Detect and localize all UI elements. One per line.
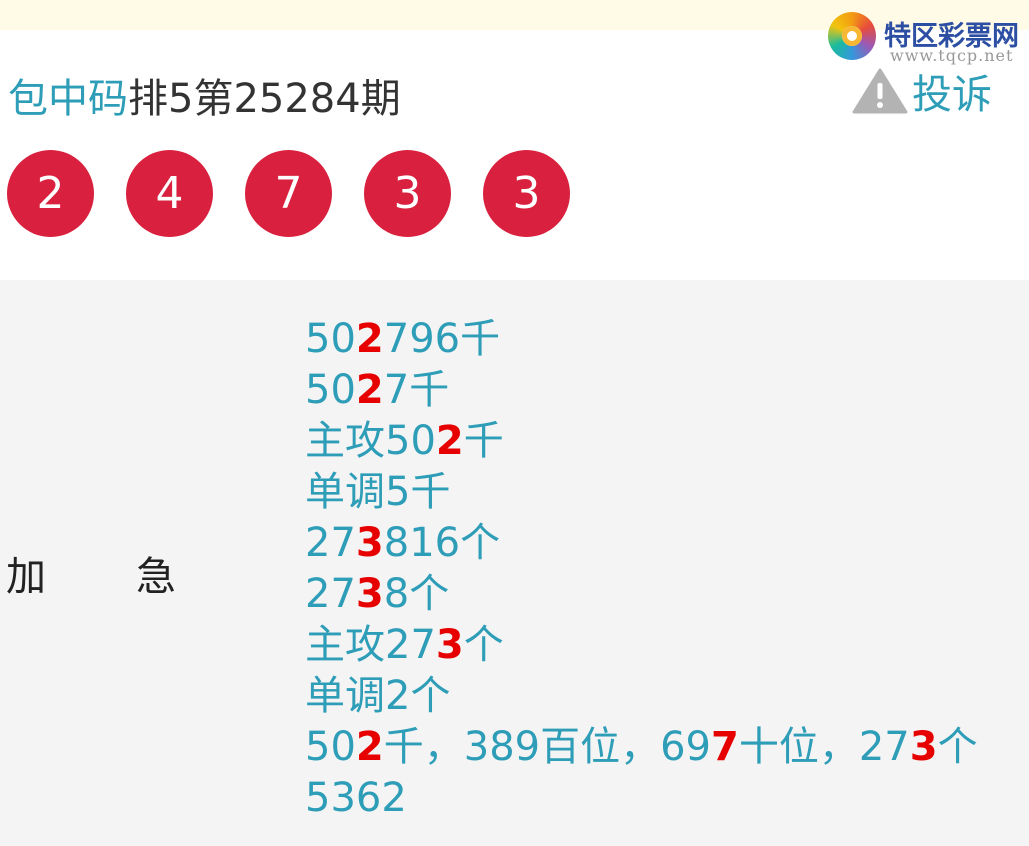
line-text: 主攻27 — [305, 622, 436, 668]
prediction-line: 单调2个 — [305, 671, 978, 722]
prediction-line: 5362 — [305, 773, 978, 824]
hit-digit: 3 — [435, 622, 464, 668]
line-text: 816个 — [383, 520, 501, 566]
line-text: 千，389百位，69 — [383, 724, 711, 770]
title-issue: 排5第25284期 — [128, 76, 401, 122]
warning-icon — [852, 68, 908, 114]
prediction-line: 5027千 — [305, 365, 978, 416]
line-text: 个 — [937, 724, 978, 770]
hit-digit: 3 — [909, 724, 938, 770]
prediction-line: 2738个 — [305, 569, 978, 620]
prediction-line: 273816个 — [305, 518, 978, 569]
line-text: 单调5千 — [305, 469, 451, 515]
line-text: 单调2个 — [305, 673, 451, 719]
number-ball: 7 — [245, 150, 332, 237]
line-text: 50 — [305, 367, 356, 413]
prediction-list: 502796千 5027千 主攻502千 单调5千 273816个 2738个 主攻273个… — [305, 314, 978, 824]
line-text: 5362 — [305, 775, 407, 821]
page-title: 包中码排5第25284期 — [8, 66, 401, 124]
hit-digit: 2 — [355, 724, 384, 770]
line-text: 27 — [305, 520, 356, 566]
line-text: 7千 — [383, 367, 450, 413]
hit-digit: 3 — [355, 571, 384, 617]
hit-digit: 2 — [355, 316, 384, 362]
complain-button[interactable]: 投诉 — [852, 66, 992, 118]
line-text: 主攻50 — [305, 418, 436, 464]
prediction-line: 502796千 — [305, 314, 978, 365]
title-brand: 包中码 — [8, 76, 128, 122]
complain-label: 投诉 — [912, 72, 992, 118]
prediction-line: 主攻502千 — [305, 416, 978, 467]
urgent-tag-left: 加 — [6, 554, 46, 600]
logo-swirl-icon — [828, 12, 876, 60]
hit-digit: 3 — [355, 520, 384, 566]
line-text: 十位，27 — [738, 724, 910, 770]
line-text: 50 — [305, 316, 356, 362]
prediction-line: 502千，389百位，697十位，273个 — [305, 722, 978, 773]
line-text: 27 — [305, 571, 356, 617]
hit-digit: 2 — [355, 367, 384, 413]
line-text: 千 — [463, 418, 504, 464]
urgent-tag-right: 急 — [136, 554, 176, 600]
hit-digit: 2 — [435, 418, 464, 464]
number-ball: 4 — [126, 150, 213, 237]
prediction-panel: 加 急 502796千 5027千 主攻502千 单调5千 273816个 2738个 主攻… — [0, 280, 1029, 846]
prediction-line: 单调5千 — [305, 467, 978, 518]
number-ball: 3 — [364, 150, 451, 237]
line-text: 8个 — [383, 571, 450, 617]
line-text: 50 — [305, 724, 356, 770]
line-text: 796千 — [383, 316, 501, 362]
hit-digit: 7 — [711, 724, 739, 770]
line-text: 个 — [463, 622, 504, 668]
draw-numbers: 2 4 7 3 3 — [7, 150, 602, 237]
site-logo[interactable]: 特区彩票网 www.tqcp.net — [826, 8, 1026, 68]
number-ball: 2 — [7, 150, 94, 237]
number-ball: 3 — [483, 150, 570, 237]
prediction-line: 主攻273个 — [305, 620, 978, 671]
